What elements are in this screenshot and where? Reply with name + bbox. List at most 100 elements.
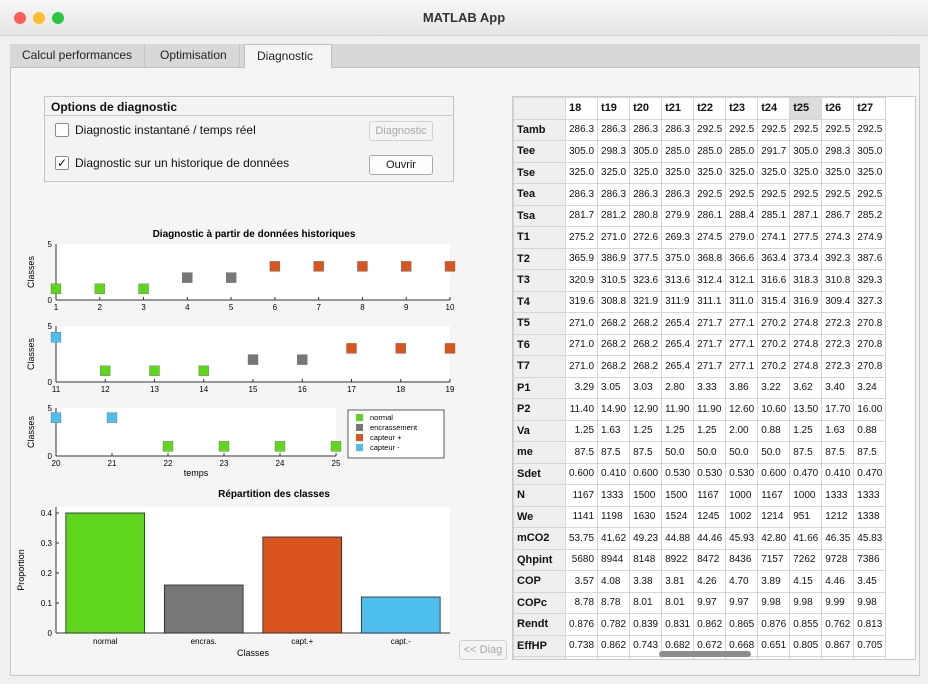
table-cell[interactable]: 3.22 (757, 376, 791, 399)
table-cell[interactable]: 17.70 (821, 398, 855, 421)
table-cell[interactable]: 1.25 (661, 419, 695, 442)
table-cell[interactable]: 1212 (821, 505, 855, 528)
table-cell[interactable]: 292.5 (821, 183, 855, 206)
table-cell[interactable]: 271.7 (693, 355, 727, 378)
table-cell[interactable]: 13.50 (789, 398, 823, 421)
table-cell[interactable]: 4.26 (693, 570, 727, 593)
column-header[interactable]: t20 (629, 97, 663, 120)
table-cell[interactable]: 313.6 (661, 269, 695, 292)
table-cell[interactable]: 8436 (725, 548, 759, 571)
table-cell[interactable]: 0.470 (789, 462, 823, 485)
table-cell[interactable]: 286.3 (661, 118, 695, 141)
table-cell[interactable]: 292.5 (693, 183, 727, 206)
table-cell[interactable]: 12.60 (725, 398, 759, 421)
table-cell[interactable]: 10.60 (757, 398, 791, 421)
table-cell[interactable]: 272.3 (821, 355, 855, 378)
table-cell[interactable]: 0.079 (629, 656, 663, 659)
table-cell[interactable]: 0.600 (629, 462, 663, 485)
table-cell[interactable]: 3.45 (853, 570, 887, 593)
table-cell[interactable]: 268.2 (597, 355, 631, 378)
table-cell[interactable]: 9.97 (693, 591, 727, 614)
table-cell[interactable]: 363.4 (757, 247, 791, 270)
table-cell[interactable]: 270.2 (757, 312, 791, 335)
table-cell[interactable]: 0.530 (693, 462, 727, 485)
table-cell[interactable]: 0.705 (853, 634, 887, 657)
table-cell[interactable]: 87.5 (853, 441, 887, 464)
table-cell[interactable]: 277.5 (789, 226, 823, 249)
table-cell[interactable]: 291.7 (757, 140, 791, 163)
table-cell[interactable]: 7386 (853, 548, 887, 571)
table-cell[interactable]: 292.5 (693, 118, 727, 141)
table-cell[interactable]: 11.40 (564, 398, 599, 421)
table-cell[interactable]: 1.25 (693, 419, 727, 442)
table-cell[interactable]: 8922 (661, 548, 695, 571)
table-cell[interactable]: 2.00 (725, 419, 759, 442)
table-cell[interactable]: 270.8 (853, 355, 887, 378)
table-cell[interactable]: 87.5 (821, 441, 855, 464)
table-cell[interactable]: 1333 (853, 484, 887, 507)
table-cell[interactable]: 42.80 (757, 527, 791, 550)
table-cell[interactable]: 325.0 (821, 161, 855, 184)
table-cell[interactable]: 1524 (661, 505, 695, 528)
table-cell[interactable]: 3.29 (564, 376, 599, 399)
table-cell[interactable]: 0.738 (564, 634, 599, 657)
table-cell[interactable]: 2.80 (661, 376, 695, 399)
table-cell[interactable]: 8.01 (661, 591, 695, 614)
table-cell[interactable]: 0.876 (564, 613, 599, 636)
table-cell[interactable]: 286.3 (629, 118, 663, 141)
table-cell[interactable]: 377.5 (629, 247, 663, 270)
table-cell[interactable]: 305.0 (564, 140, 599, 163)
table-cell[interactable]: 1500 (629, 484, 663, 507)
table-cell[interactable]: 1167 (564, 484, 599, 507)
tab-diagnostic[interactable]: Diagnostic (244, 44, 332, 69)
table-cell[interactable]: 305.0 (629, 140, 663, 163)
table-cell[interactable]: 8.01 (629, 591, 663, 614)
table-cell[interactable]: 281.2 (597, 204, 631, 227)
ouvrir-button[interactable]: Ouvrir (369, 155, 433, 175)
table-cell[interactable]: 3.38 (629, 570, 663, 593)
table-cell[interactable]: 0.862 (597, 634, 631, 657)
table-cell[interactable]: 1167 (757, 484, 791, 507)
table-cell[interactable]: 311.9 (661, 290, 695, 313)
column-header[interactable]: t22 (693, 97, 727, 120)
table-cell[interactable]: 0.530 (725, 462, 759, 485)
table-cell[interactable]: 0.600 (757, 462, 791, 485)
realtime-checkbox[interactable] (55, 123, 69, 137)
table-cell[interactable]: 368.8 (693, 247, 727, 270)
history-checkbox[interactable]: ✓ (55, 156, 69, 170)
table-cell[interactable]: 277.1 (725, 333, 759, 356)
table-cell[interactable]: 271.7 (693, 333, 727, 356)
table-cell[interactable]: 4.70 (725, 570, 759, 593)
column-header[interactable]: t25 (789, 97, 823, 120)
table-cell[interactable]: 286.3 (597, 183, 631, 206)
table-cell[interactable]: 292.5 (821, 118, 855, 141)
table-cell[interactable]: 270.2 (757, 333, 791, 356)
table-cell[interactable]: 274.8 (789, 312, 823, 335)
table-cell[interactable]: 12.90 (629, 398, 663, 421)
table-cell[interactable]: 285.1 (757, 204, 791, 227)
table-cell[interactable]: 50.0 (661, 441, 695, 464)
column-header[interactable]: t23 (725, 97, 759, 120)
table-cell[interactable]: 286.3 (564, 118, 599, 141)
table-cell[interactable]: 87.5 (629, 441, 663, 464)
table-cell[interactable]: 277.1 (725, 355, 759, 378)
table-cell[interactable]: 270.8 (853, 333, 887, 356)
table-cell[interactable]: 286.3 (629, 183, 663, 206)
table-cell[interactable]: 325.0 (564, 161, 599, 184)
table-cell[interactable]: 1141 (564, 505, 599, 528)
column-header[interactable]: t27 (853, 97, 887, 120)
table-cell[interactable]: 49.23 (629, 527, 663, 550)
table-cell[interactable]: 45.93 (725, 527, 759, 550)
table-cell[interactable]: 53.75 (564, 527, 599, 550)
table-cell[interactable]: 0.070 (853, 656, 887, 659)
table-cell[interactable]: 8148 (629, 548, 663, 571)
table-cell[interactable]: 286.7 (821, 204, 855, 227)
table-cell[interactable]: 8.78 (564, 591, 599, 614)
table-cell[interactable]: 298.3 (821, 140, 855, 163)
column-header[interactable]: t24 (757, 97, 791, 120)
table-cell[interactable]: 305.0 (853, 140, 887, 163)
table-cell[interactable]: 281.7 (564, 204, 599, 227)
table-cell[interactable]: 325.0 (757, 161, 791, 184)
table-cell[interactable]: 7157 (757, 548, 791, 571)
table-cell[interactable]: 14.90 (597, 398, 631, 421)
